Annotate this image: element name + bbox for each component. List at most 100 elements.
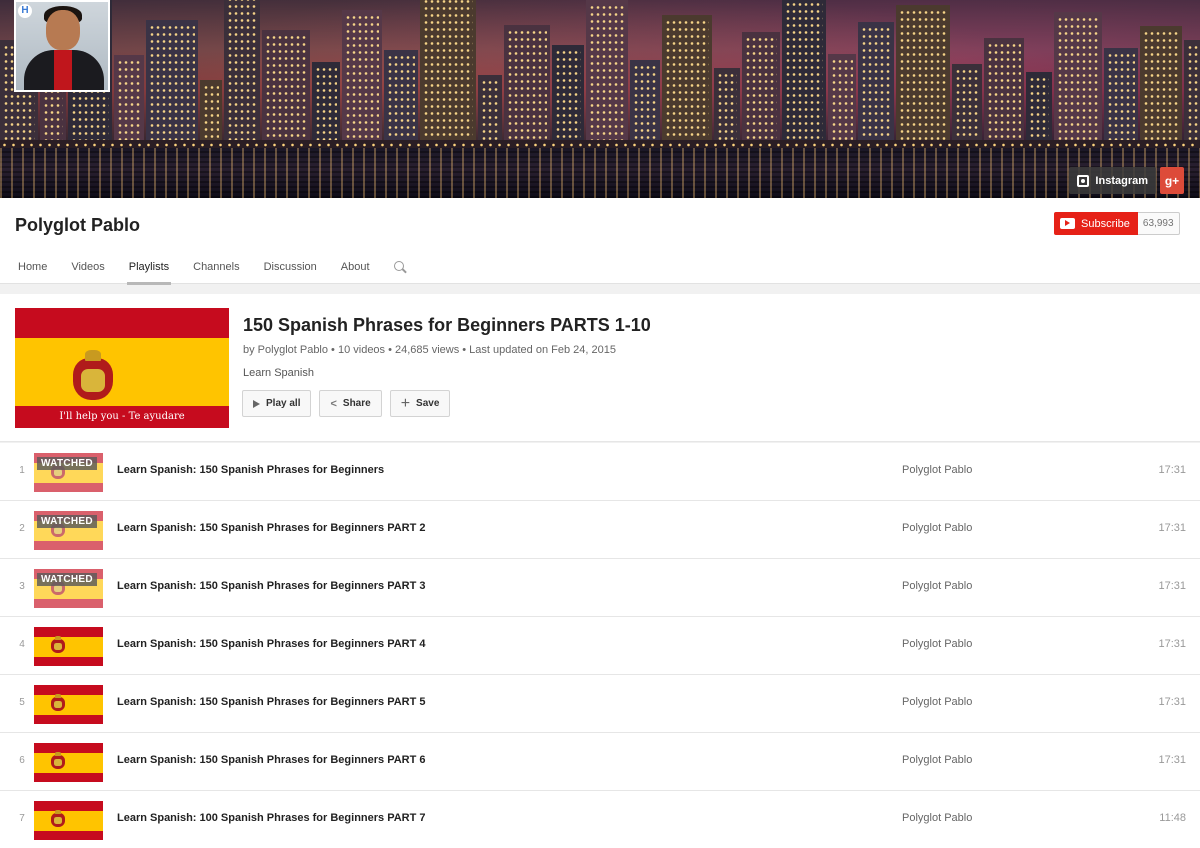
video-duration: 11:48 — [1159, 812, 1186, 824]
coat-of-arms-icon — [51, 694, 65, 711]
social-links: Instagram g+ — [1069, 167, 1184, 194]
watched-badge: WATCHED — [37, 515, 97, 528]
video-duration: 17:31 — [1158, 754, 1186, 766]
skyline-building — [1104, 48, 1138, 150]
tab-playlists[interactable]: Playlists — [126, 260, 172, 285]
skyline-building — [420, 0, 476, 150]
playlist-thumbnail[interactable]: I'll help you - Te ayudare — [15, 308, 229, 428]
video-owner[interactable]: Polyglot Pablo — [902, 696, 972, 708]
video-duration: 17:31 — [1158, 580, 1186, 592]
skyline-building — [1026, 72, 1052, 150]
video-title[interactable]: Learn Spanish: 150 Spanish Phrases for B… — [117, 522, 426, 534]
skyline-building — [858, 22, 894, 150]
video-thumbnail[interactable] — [34, 743, 103, 782]
share-icon: < — [330, 397, 337, 410]
play-all-button[interactable]: Play all — [242, 390, 312, 417]
video-row[interactable]: 4 Learn Spanish: 150 Spanish Phrases for… — [0, 617, 1200, 675]
coat-of-arms-icon — [51, 636, 65, 653]
video-thumbnail[interactable]: WATCHED — [34, 453, 103, 492]
watched-badge: WATCHED — [37, 457, 97, 470]
skyline-building — [1184, 40, 1200, 150]
play-icon — [253, 399, 260, 408]
google-plus-link[interactable]: g+ — [1160, 167, 1184, 194]
tab-channels[interactable]: Channels — [193, 260, 239, 284]
skyline-building — [828, 54, 856, 150]
video-thumbnail[interactable] — [34, 801, 103, 840]
skyline-building — [630, 60, 660, 150]
coat-of-arms-icon — [51, 752, 65, 769]
subscribe-label: Subscribe — [1081, 217, 1130, 230]
youtube-icon — [1060, 218, 1075, 229]
tab-videos[interactable]: Videos — [71, 260, 104, 284]
video-row[interactable]: 3 WATCHED Learn Spanish: 150 Spanish Phr… — [0, 559, 1200, 617]
skyline-building — [342, 10, 382, 150]
skyline-building — [714, 68, 740, 150]
subscribe-button[interactable]: Subscribe — [1054, 212, 1138, 235]
skyline-building — [896, 5, 950, 150]
skyline-building — [662, 15, 712, 150]
video-duration: 17:31 — [1158, 464, 1186, 476]
tab-discussion[interactable]: Discussion — [264, 260, 317, 284]
instagram-label: Instagram — [1095, 174, 1148, 187]
share-label: Share — [342, 398, 371, 409]
skyline-building — [586, 0, 628, 150]
skyline-building — [1054, 12, 1102, 150]
skyline-building — [224, 0, 260, 150]
video-title[interactable]: Learn Spanish: 100 Spanish Phrases for B… — [117, 812, 426, 824]
video-owner[interactable]: Polyglot Pablo — [902, 812, 972, 824]
subscriber-count: 63,993 — [1137, 212, 1180, 235]
video-thumbnail[interactable] — [34, 627, 103, 666]
share-button[interactable]: < Share — [319, 390, 382, 417]
skyline-building — [114, 55, 144, 150]
video-row[interactable]: 1 WATCHED Learn Spanish: 150 Spanish Phr… — [0, 443, 1200, 501]
plus-icon: + — [400, 394, 411, 412]
video-thumbnail[interactable]: WATCHED — [34, 511, 103, 550]
video-thumbnail[interactable] — [34, 685, 103, 724]
playlist-description: Learn Spanish — [243, 367, 314, 379]
video-title[interactable]: Learn Spanish: 150 Spanish Phrases for B… — [117, 696, 426, 708]
save-button[interactable]: + Save — [389, 390, 451, 417]
skyline-building — [1140, 26, 1182, 150]
video-row[interactable]: 5 Learn Spanish: 150 Spanish Phrases for… — [0, 675, 1200, 733]
search-icon — [393, 261, 404, 271]
playlist-video-list: 1 WATCHED Learn Spanish: 150 Spanish Phr… — [0, 443, 1200, 848]
video-title[interactable]: Learn Spanish: 150 Spanish Phrases for B… — [117, 464, 384, 476]
coat-of-arms-icon — [73, 350, 113, 400]
tab-about[interactable]: About — [341, 260, 370, 284]
video-title[interactable]: Learn Spanish: 150 Spanish Phrases for B… — [117, 580, 426, 592]
channel-banner: H Instagram g+ — [0, 0, 1200, 198]
video-owner[interactable]: Polyglot Pablo — [902, 464, 972, 476]
save-label: Save — [416, 398, 440, 409]
thumbnail-caption: I'll help you - Te ayudare — [59, 411, 185, 422]
channel-header: Polyglot Pablo Subscribe 63,993 Home Vid… — [0, 198, 1200, 285]
video-row[interactable]: 2 WATCHED Learn Spanish: 150 Spanish Phr… — [0, 501, 1200, 559]
video-row[interactable]: 6 Learn Spanish: 150 Spanish Phrases for… — [0, 733, 1200, 791]
instagram-link[interactable]: Instagram — [1069, 167, 1156, 194]
channel-title[interactable]: Polyglot Pablo — [15, 215, 140, 236]
video-owner[interactable]: Polyglot Pablo — [902, 638, 972, 650]
skyline-building — [952, 64, 982, 150]
video-owner[interactable]: Polyglot Pablo — [902, 754, 972, 766]
video-duration: 17:31 — [1158, 522, 1186, 534]
tab-home[interactable]: Home — [18, 260, 47, 284]
video-thumbnail[interactable]: WATCHED — [34, 569, 103, 608]
video-duration: 17:31 — [1158, 696, 1186, 708]
video-owner[interactable]: Polyglot Pablo — [902, 522, 972, 534]
skyline-building — [146, 20, 198, 150]
skyline-building — [478, 75, 502, 150]
skyline-building — [552, 45, 584, 150]
skyline-building — [742, 32, 780, 150]
channel-search-button[interactable] — [393, 260, 404, 284]
subscribe-widget: Subscribe 63,993 — [1054, 212, 1180, 235]
channel-tabs: Home Videos Playlists Channels Discussio… — [18, 260, 428, 285]
video-row[interactable]: 7 Learn Spanish: 100 Spanish Phrases for… — [0, 791, 1200, 848]
banner-water — [0, 148, 1200, 198]
video-title[interactable]: Learn Spanish: 150 Spanish Phrases for B… — [117, 754, 426, 766]
skyline-building — [984, 38, 1024, 150]
channel-avatar[interactable]: H — [14, 0, 110, 92]
playlist-actions: Play all < Share + Save — [242, 390, 451, 417]
video-title[interactable]: Learn Spanish: 150 Spanish Phrases for B… — [117, 638, 426, 650]
video-owner[interactable]: Polyglot Pablo — [902, 580, 972, 592]
skyline-building — [782, 0, 826, 150]
skyline-building — [384, 50, 418, 150]
